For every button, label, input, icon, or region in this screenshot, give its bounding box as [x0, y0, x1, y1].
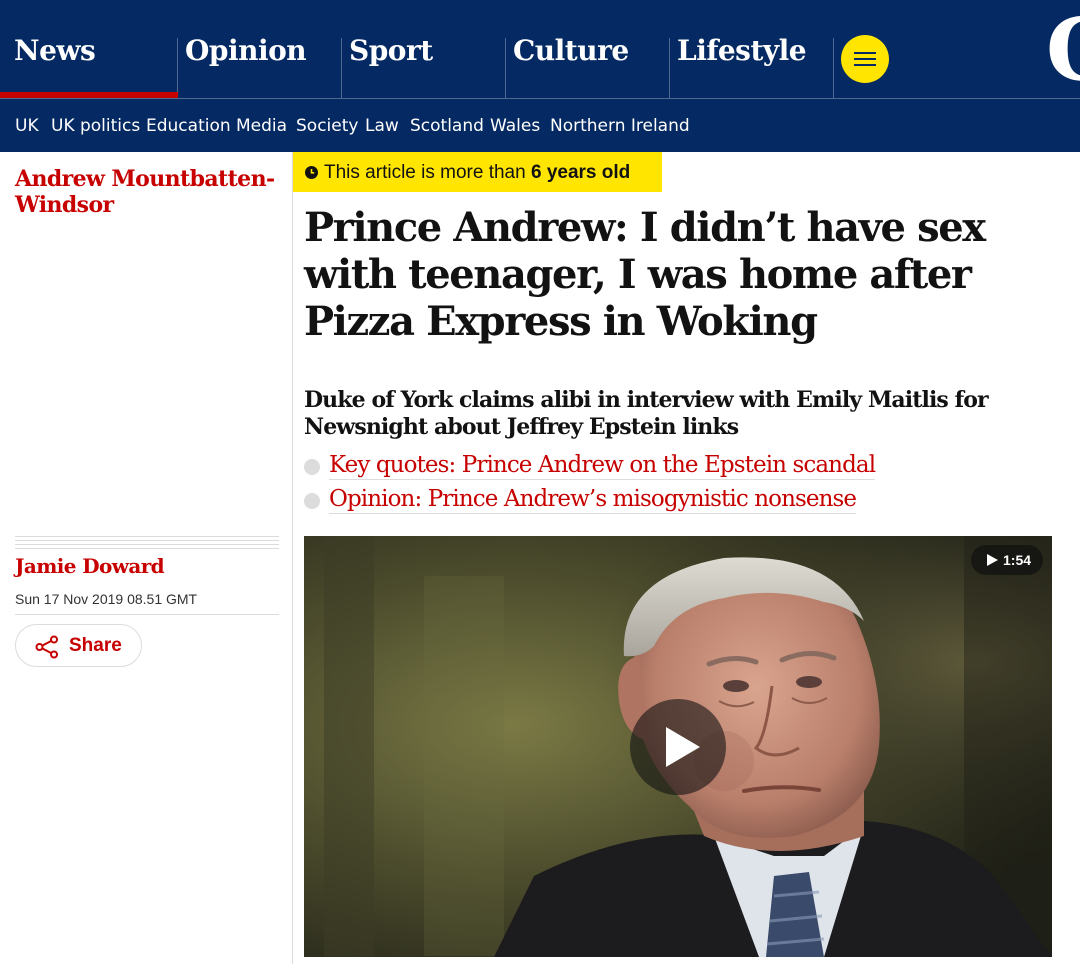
nav-pillar-sport[interactable]: Sport — [335, 0, 506, 98]
nav-pillar-label: News — [14, 34, 96, 67]
article-age-warning: This article is more than 6 years old — [293, 152, 662, 192]
series-tag-link[interactable]: Andrew Mountbatten-Windsor — [15, 166, 285, 218]
nav-pillar-lifestyle[interactable]: Lifestyle — [663, 0, 834, 98]
subnav-item-law[interactable]: Law — [365, 116, 399, 136]
subnav-item-northern-ireland[interactable]: Northern Ireland — [550, 116, 690, 136]
related-link-key-quotes[interactable]: Key quotes: Prince Andrew on the Epstein… — [329, 451, 876, 480]
sub-navigation: UK UK politics Education Media Society L… — [0, 99, 1080, 152]
related-link-opinion[interactable]: Opinion: Prince Andrew’s misogynistic no… — [329, 485, 857, 514]
share-button[interactable]: Share — [15, 624, 142, 667]
play-icon — [666, 727, 700, 767]
age-warning-age: 6 years old — [530, 162, 631, 183]
subnav-item-uk[interactable]: UK — [15, 116, 39, 136]
subnav-item-wales[interactable]: Wales — [490, 116, 540, 136]
publication-date: Sun 17 Nov 2019 08.51 GMT — [15, 591, 198, 607]
byline-rules — [15, 536, 279, 549]
subnav-item-society[interactable]: Society — [296, 116, 358, 136]
clock-icon — [305, 166, 318, 179]
subnav-item-education[interactable]: Education — [146, 116, 231, 136]
nav-pillar-label: Lifestyle — [677, 34, 807, 67]
subnav-item-uk-politics[interactable]: UK politics — [51, 116, 140, 136]
video-player[interactable]: 1:54 — [304, 536, 1052, 957]
hamburger-menu-button[interactable] — [841, 35, 889, 83]
share-label: Share — [69, 635, 122, 656]
nav-pillar-news[interactable]: News — [0, 0, 178, 98]
article-meta-column: Andrew Mountbatten-Windsor Jamie Doward … — [0, 152, 292, 964]
meta-divider — [15, 614, 279, 615]
author-link[interactable]: Jamie Doward — [15, 554, 165, 578]
bullet-icon — [304, 493, 320, 509]
nav-divider — [833, 38, 834, 98]
guardian-logo-glyph: G — [1046, 8, 1080, 94]
nav-pillar-label: Culture — [513, 34, 629, 67]
column-divider — [292, 152, 293, 964]
article-headline: Prince Andrew: I didn’t have sex with te… — [304, 204, 986, 345]
nav-pillar-culture[interactable]: Culture — [499, 0, 670, 98]
nav-pillar-label: Sport — [349, 34, 433, 67]
nav-pillar-label: Opinion — [185, 34, 307, 67]
article-standfirst: Duke of York claims alibi in interview w… — [304, 387, 989, 440]
video-duration-badge[interactable]: 1:54 — [971, 545, 1043, 575]
primary-navigation: News Opinion Sport Culture Lifestyle G — [0, 0, 1080, 98]
bullet-icon — [304, 459, 320, 475]
subnav-item-media[interactable]: Media — [236, 116, 287, 136]
play-mini-icon — [987, 554, 998, 566]
video-duration: 1:54 — [1003, 552, 1032, 568]
age-warning-text: This article is more than 6 years old — [324, 162, 631, 183]
video-play-button[interactable] — [630, 699, 726, 795]
nav-pillar-opinion[interactable]: Opinion — [171, 0, 342, 98]
share-icon — [35, 635, 58, 659]
guardian-logo[interactable]: G — [1046, 0, 1080, 98]
subnav-item-scotland[interactable]: Scotland — [410, 116, 484, 136]
